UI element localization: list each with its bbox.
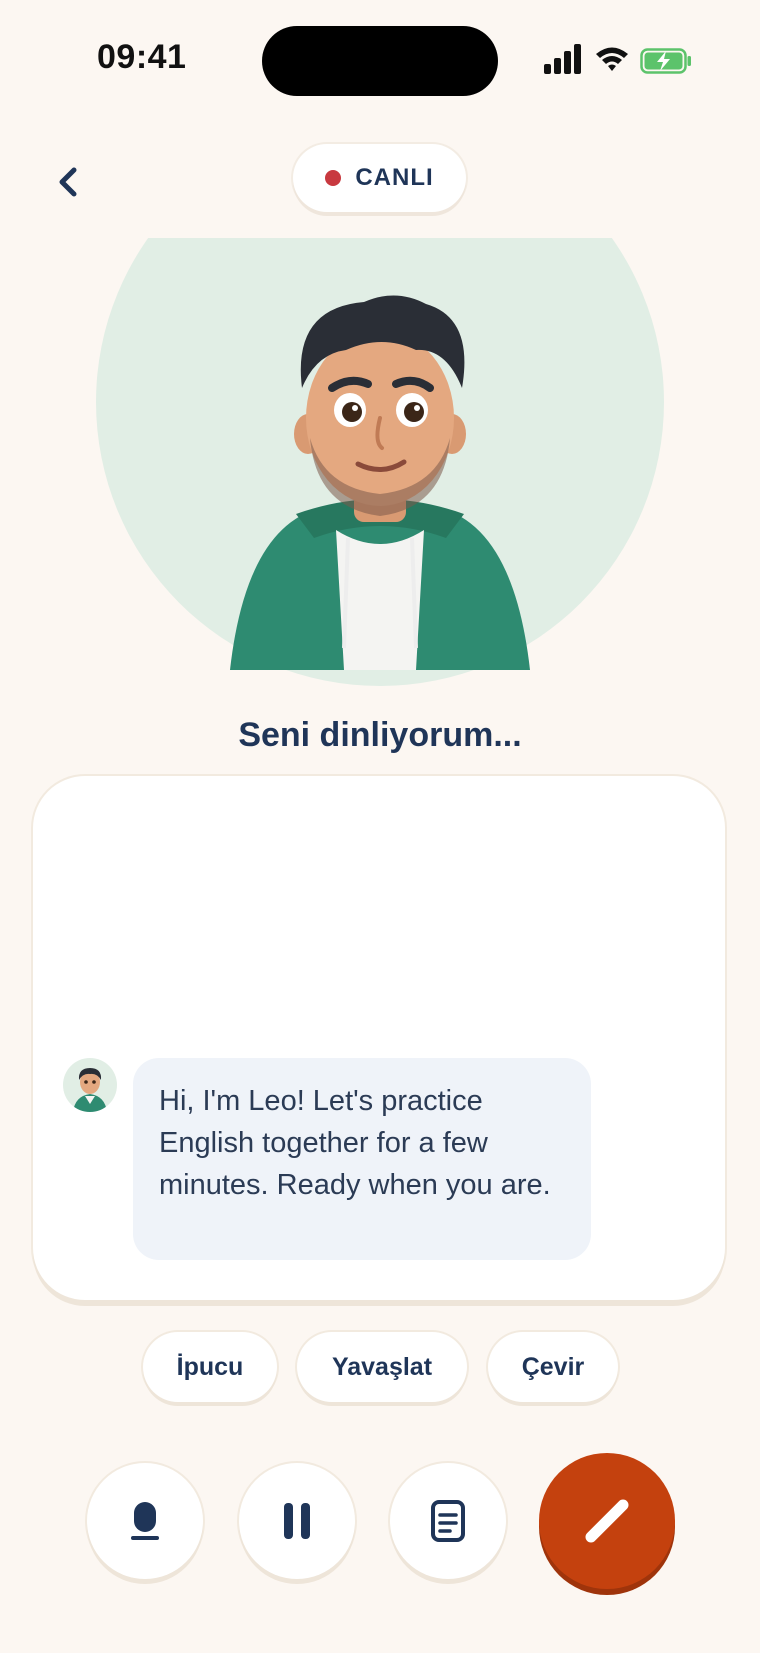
pause-icon: [284, 1503, 310, 1539]
transcript-button[interactable]: [390, 1463, 506, 1579]
live-status-pill: CANLI: [293, 144, 466, 212]
pause-button[interactable]: [239, 1463, 355, 1579]
message-avatar: [63, 1058, 117, 1112]
live-label: CANLI: [355, 164, 434, 191]
translate-button[interactable]: Çevir: [488, 1332, 618, 1402]
document-icon: [431, 1500, 465, 1542]
pencil-icon: [585, 1499, 629, 1543]
back-button[interactable]: [48, 160, 88, 204]
status-time: 09:41: [97, 38, 187, 76]
cellular-signal-icon: [544, 44, 581, 74]
live-indicator-dot: [325, 170, 342, 186]
chevron-left-icon: [59, 167, 77, 197]
write-button[interactable]: [539, 1453, 675, 1589]
hint-button[interactable]: İpucu: [143, 1332, 277, 1402]
wifi-icon: [596, 47, 628, 71]
mic-button[interactable]: [87, 1463, 203, 1579]
listening-status: Seni dinliyorum...: [238, 716, 522, 754]
leo-avatar: [73, 1068, 107, 1112]
tutor-avatar-stage: [96, 238, 664, 702]
microphone-icon: [131, 1502, 159, 1540]
battery-charging-icon: [640, 48, 691, 74]
slow-down-button[interactable]: Yavaşlat: [297, 1332, 467, 1402]
dynamic-island: [262, 26, 498, 96]
tutor-message-bubble: Hi, I'm Leo! Let's practice English toge…: [133, 1058, 591, 1260]
tutor-avatar-illustration: [230, 295, 530, 670]
